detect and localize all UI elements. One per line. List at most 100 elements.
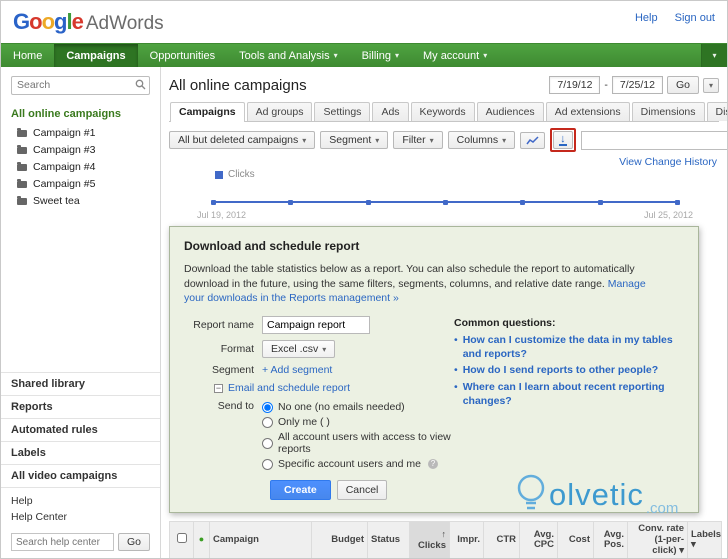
adwords-wordmark: AdWords [85,13,164,34]
radio-input[interactable] [262,458,273,470]
radio-only-me[interactable]: Only me ( ) [262,416,454,428]
sidebar-help-center-link[interactable]: Help Center [11,509,150,525]
adwords-page: Google AdWords Help Sign out Home Campaig… [0,0,728,559]
sidebar-campaign-item[interactable]: Campaign #3 [1,142,160,159]
format-select[interactable]: Excel .csv ▾ [262,340,336,359]
view-change-history-link[interactable]: View Change History [619,156,717,168]
radio-input[interactable] [262,437,273,449]
help-icon[interactable]: ? [428,459,438,470]
column-header-ctr[interactable]: CTR [483,521,520,558]
column-header-avg-cpc[interactable]: Avg. CPC [519,521,558,558]
question-link-reporting-changes[interactable]: Where can I learn about recent reporting… [463,381,684,408]
nav-label: My account [422,49,480,62]
filter-dropdown[interactable]: Filter ▾ [393,131,443,149]
sidebar-item-all-video-campaigns[interactable]: All video campaigns [1,464,160,487]
tab-dimensions[interactable]: Dimensions [631,102,705,121]
date-to-field[interactable]: 7/25/12 [611,76,663,94]
radio-specific-users[interactable]: Specific account users and me? [262,458,454,470]
column-header-impr[interactable]: Impr. [449,521,484,558]
nav-item-opportunities[interactable]: Opportunities [138,44,227,67]
nav-label: Home [13,49,43,62]
sidebar-item-labels[interactable]: Labels [1,441,160,464]
select-all-checkbox[interactable] [176,533,187,544]
sidebar-campaign-item[interactable]: Campaign #5 [1,176,160,193]
nav-item-billing[interactable]: Billing ▾ [350,44,411,67]
nav-item-my-account[interactable]: My account ▾ [411,44,499,67]
date-range-dropdown[interactable]: ▾ [702,77,719,93]
sidebar-item-shared-library[interactable]: Shared library [1,372,160,395]
sign-out-link[interactable]: Sign out [675,12,715,24]
nav-label: Tools and Analysis [239,49,330,62]
help-center-search-input[interactable] [11,533,114,551]
collapse-icon[interactable]: − [214,383,223,393]
legend-swatch-clicks [215,170,223,179]
date-from-field[interactable]: 7/19/12 [549,76,601,94]
sidebar-search-input[interactable] [11,75,150,95]
columns-dropdown[interactable]: Columns ▾ [447,131,516,149]
format-label: Format [220,343,254,356]
tab-campaigns[interactable]: Campaigns [170,102,245,122]
button-label: Columns [456,134,499,146]
radio-input[interactable] [262,416,273,428]
x-axis-end-label: Jul 25, 2012 [643,210,693,220]
tab-ads[interactable]: Ads [372,102,409,121]
bullet-icon: • [454,380,458,393]
help-link[interactable]: Help [635,12,658,24]
radio-all-account-users[interactable]: All account users with access to view re… [262,431,454,455]
report-name-input[interactable] [262,316,370,335]
nav-overflow-dropdown[interactable]: ▾ [701,44,727,67]
view-change-history-row: View Change History [169,154,719,168]
download-report-button[interactable]: ↓ [553,131,573,149]
sidebar-item-automated-rules[interactable]: Automated rules [1,418,160,441]
tab-audiences[interactable]: Audiences [476,102,544,121]
sidebar-item-reports[interactable]: Reports [1,395,160,418]
tab-ad-groups[interactable]: Ad groups [246,102,313,121]
chart-toggle-button[interactable] [520,131,546,149]
chart-point [443,199,448,205]
chevron-down-icon: ▾ [394,51,399,60]
column-header-cost[interactable]: Cost [557,521,594,558]
logo-letter: g [54,9,67,34]
date-go-button[interactable]: Go [666,76,699,94]
tab-keywords[interactable]: Keywords [410,102,475,121]
column-header-labels[interactable]: Labels ▾ [687,521,722,558]
campaign-search-input[interactable] [580,130,727,150]
sidebar-campaign-list: Campaign #1 Campaign #3 Campaign #4 Camp… [1,125,160,210]
logo-letter: o [41,9,55,34]
sort-ascending-icon: ↑ [441,529,447,540]
email-schedule-link[interactable]: Email and schedule report [228,382,350,394]
column-header-conv-rate[interactable]: Conv. rate (1-per-click) ▾ [627,521,688,558]
campaign-filter-dropdown[interactable]: All but deleted campaigns ▾ [169,131,316,149]
help-search-go-button[interactable]: Go [117,533,150,551]
segment-dropdown[interactable]: Segment ▾ [320,131,389,149]
sidebar-campaign-item[interactable]: Sweet tea [1,193,160,210]
column-header-budget[interactable]: Budget [311,521,368,558]
question-link-customize-data[interactable]: How can I customize the data in my table… [463,334,684,361]
sidebar-campaign-item[interactable]: Campaign #1 [1,125,160,142]
sidebar-all-online-campaigns[interactable]: All online campaigns [1,105,160,125]
create-button[interactable]: Create [270,480,331,501]
nav-item-campaigns[interactable]: Campaigns [54,44,138,67]
add-segment-link[interactable]: + Add segment [262,364,332,376]
sidebar-help-link[interactable]: Help [11,493,150,509]
cancel-button[interactable]: Cancel [336,480,388,501]
column-header-status[interactable]: Status [367,521,410,558]
radio-no-one[interactable]: No one (no emails needed) [262,401,454,413]
column-header-campaign[interactable]: Campaign [209,521,312,558]
tab-ad-extensions[interactable]: Ad extensions [545,102,630,121]
nav-item-home[interactable]: Home [1,44,54,67]
nav-item-tools-and-analysis[interactable]: Tools and Analysis ▾ [227,44,350,67]
button-label: All but deleted campaigns [178,134,299,146]
chevron-down-icon: ▾ [322,344,327,354]
tab-settings[interactable]: Settings [314,102,371,121]
question-link-send-reports[interactable]: How do I send reports to other people? [463,364,658,378]
radio-input[interactable] [262,401,273,413]
folder-icon [17,161,27,171]
column-header-clicks[interactable]: ↑ Clicks [409,521,450,558]
campaign-name: Campaign #3 [33,144,96,156]
column-header-avg-pos[interactable]: Avg. Pos. [593,521,628,558]
format-value: Excel .csv [271,343,319,356]
body-row: All online campaigns Campaign #1 Campaig… [1,67,727,558]
sidebar-campaign-item[interactable]: Campaign #4 [1,159,160,176]
tab-display-network[interactable]: Display Network [706,102,727,121]
